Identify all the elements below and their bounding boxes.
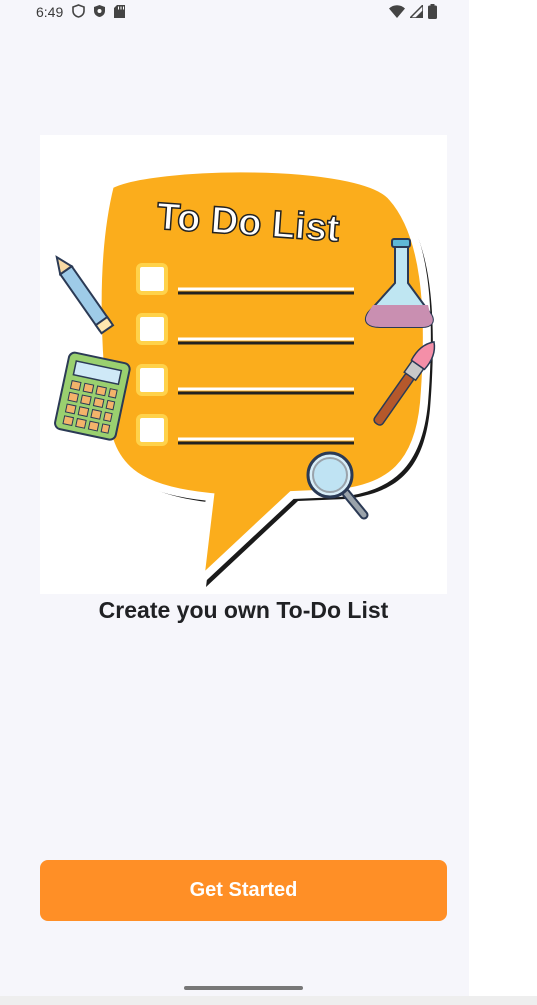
home-indicator[interactable]	[184, 986, 303, 990]
onboarding-headline: Create you own To-Do List	[98, 597, 389, 623]
get-started-button[interactable]: Get Started	[40, 860, 447, 921]
signal-icon	[410, 5, 423, 18]
sd-card-icon	[114, 4, 125, 18]
hero-illustration: To Do List	[40, 135, 447, 594]
shield-check-icon	[94, 5, 105, 17]
status-bar: 6:49	[0, 0, 469, 26]
status-right-icons	[389, 4, 437, 19]
status-left-icons	[72, 4, 125, 18]
app-screen: 6:49 To Do List Create you own To-Do Lis…	[0, 0, 469, 1005]
battery-icon	[428, 4, 437, 19]
shield-icon	[72, 4, 85, 18]
status-time: 6:49	[36, 4, 64, 20]
wifi-icon	[389, 5, 405, 18]
bottom-edge	[0, 996, 537, 1005]
todo-list-illustration: To Do List	[54, 164, 436, 592]
